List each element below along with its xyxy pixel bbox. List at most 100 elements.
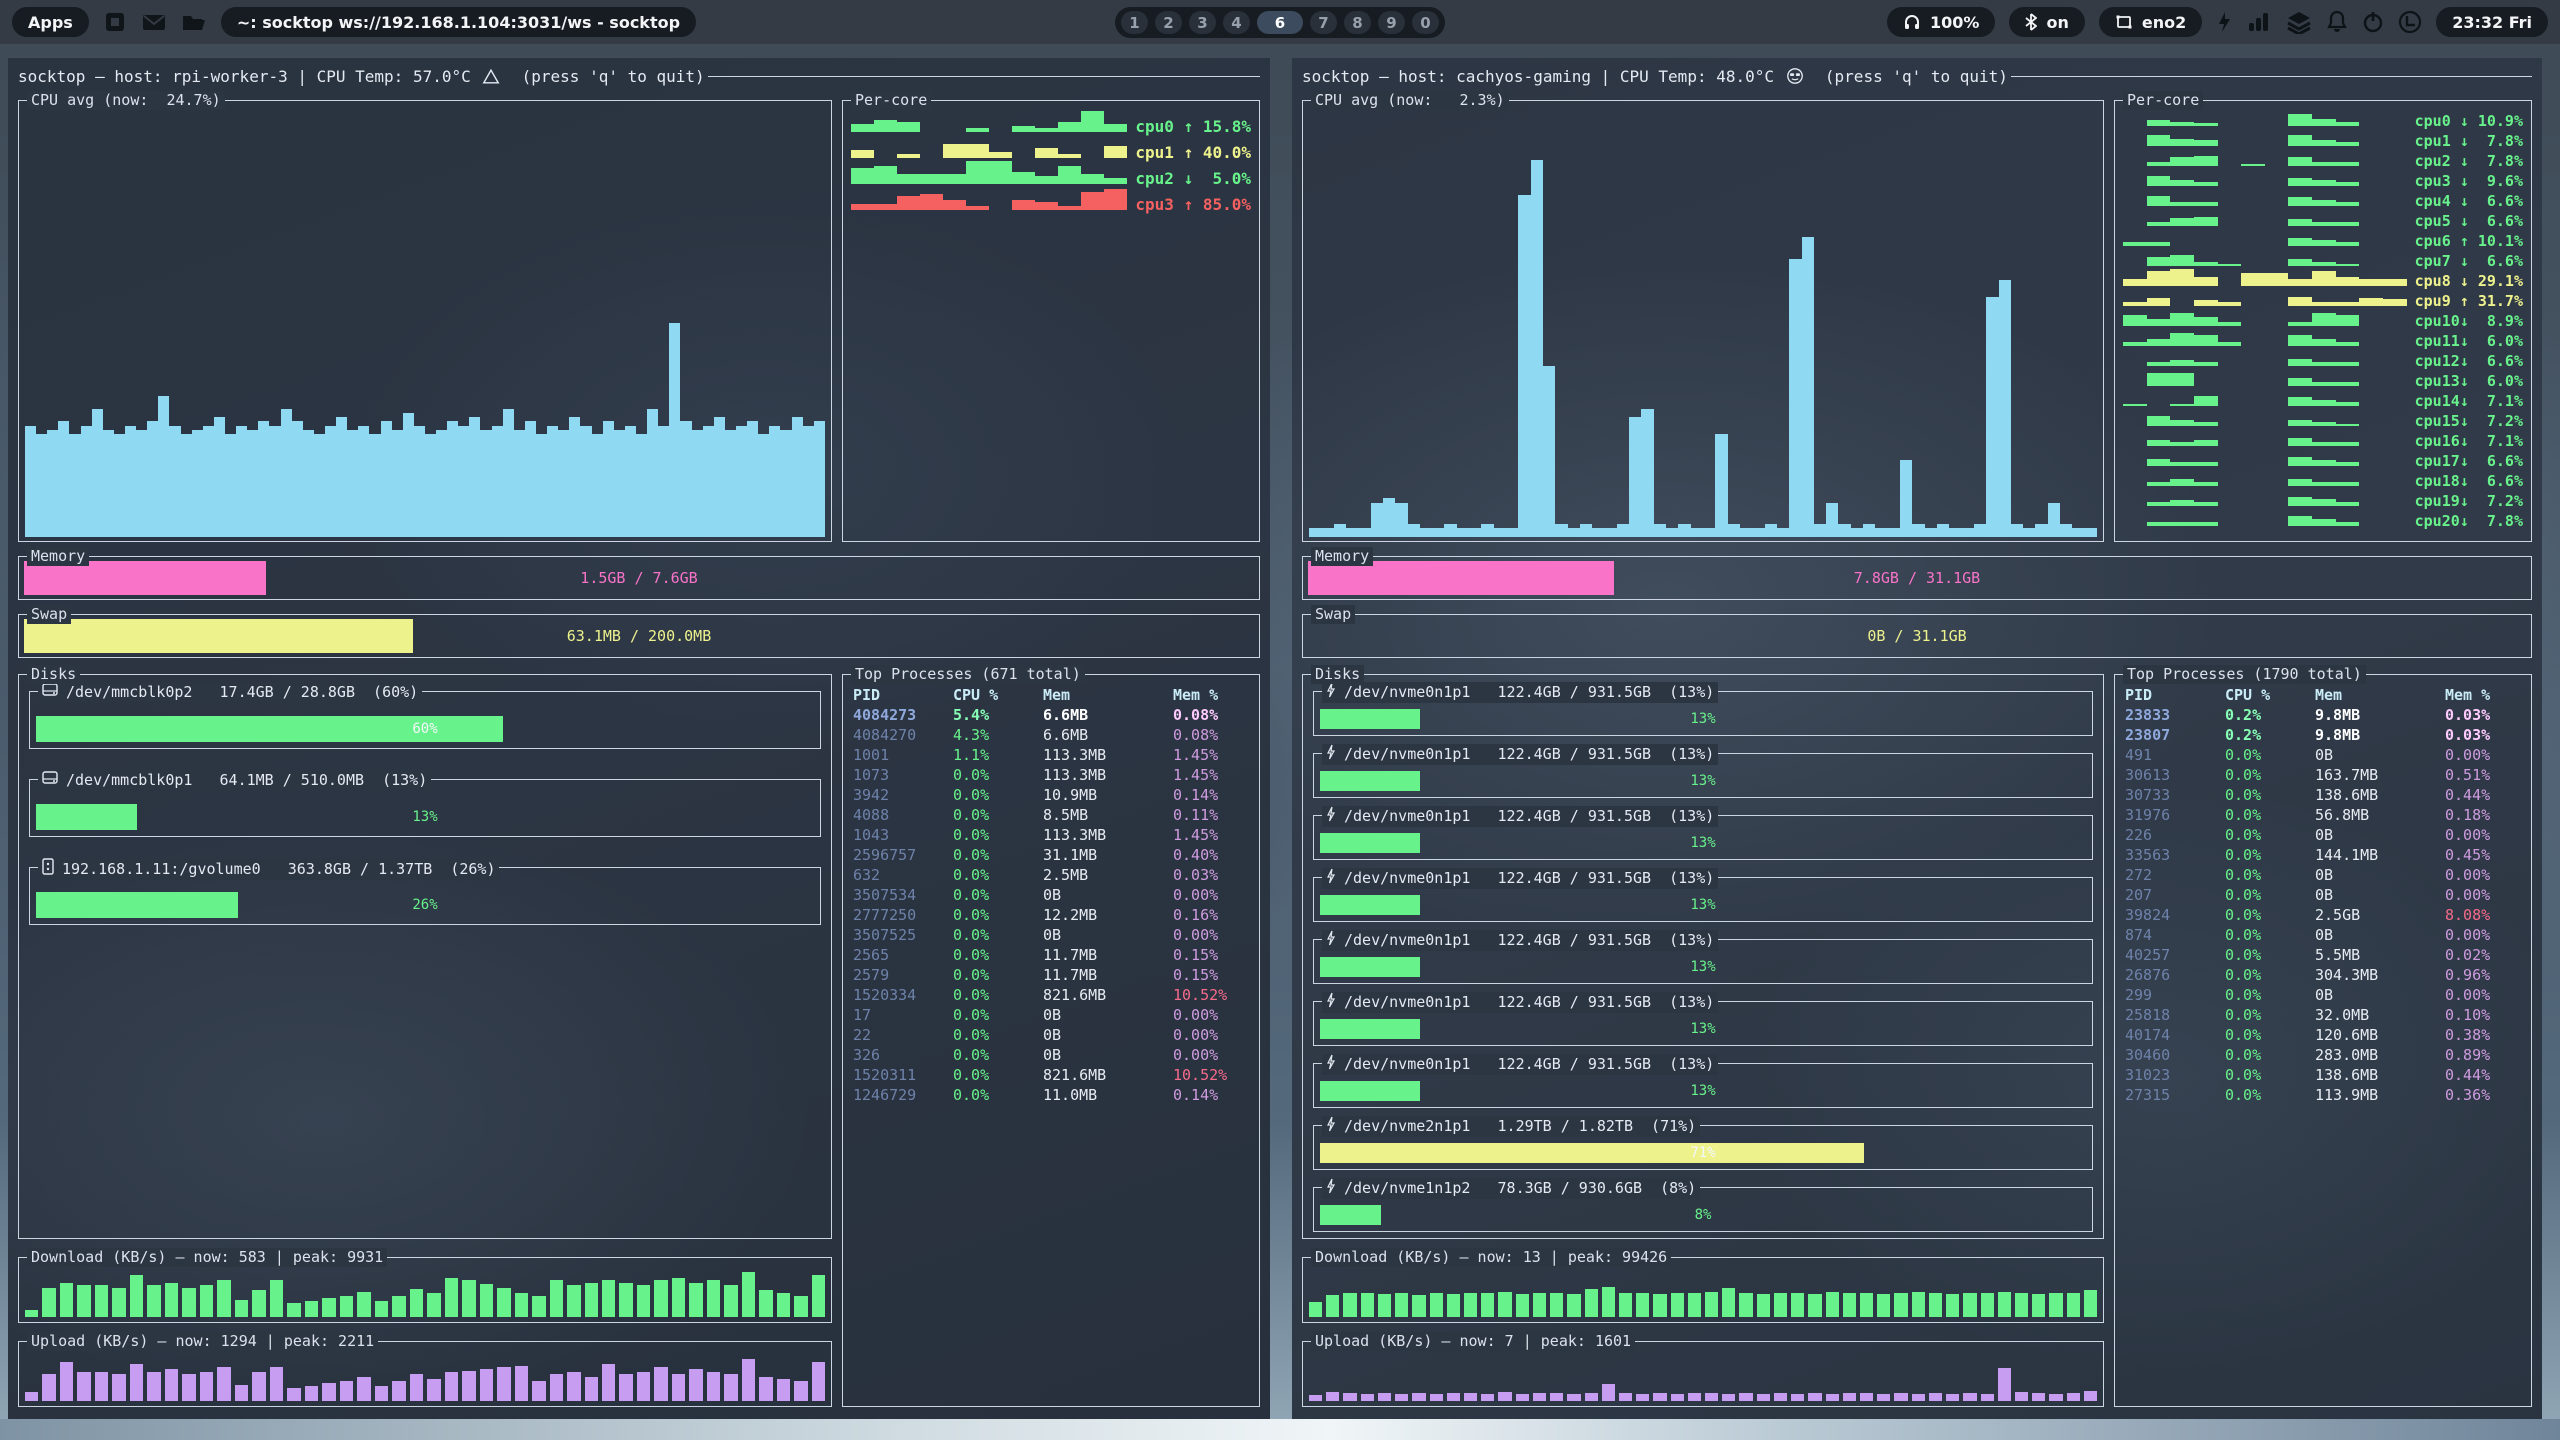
workspace-button-6[interactable]: 6 <box>1257 11 1303 34</box>
disk-entry-5: /dev/nvme0n1p1 122.4GB / 931.5GB (13%)13… <box>1313 1001 2093 1046</box>
hist-bar <box>1894 1393 1907 1401</box>
hist-bar <box>165 1283 178 1317</box>
disk-usage-pct: 13% <box>1320 711 2086 727</box>
spark-bar <box>2170 522 2194 526</box>
spark-bar <box>2194 217 2218 226</box>
hist-bar <box>585 1283 598 1317</box>
hist-bar <box>1739 1293 1752 1317</box>
spark-bar <box>851 168 874 184</box>
download-panel: Download (KB/s) — now: 583 | peak: 9931 <box>18 1257 832 1323</box>
hist-bar <box>136 430 147 537</box>
memory-panel: Memory 7.8GB / 31.1GB <box>1302 556 2532 600</box>
workspace-button-3[interactable]: 3 <box>1189 11 1216 34</box>
process-mem: 113.9MB <box>2315 1085 2445 1105</box>
hist-bar <box>672 1374 685 1401</box>
process-pid: 27315 <box>2125 1085 2225 1105</box>
process-pid: 30733 <box>2125 785 2225 805</box>
volume-indicator[interactable]: 100% <box>1887 7 1995 37</box>
hist-bar <box>1457 528 1469 537</box>
window-title[interactable]: ~: socktop ws://192.168.1.104:3031/ws - … <box>221 7 696 37</box>
power-icon[interactable] <box>2362 10 2384 34</box>
app-circle-icon[interactable] <box>2398 10 2422 34</box>
stats-icon[interactable] <box>2246 10 2272 34</box>
layers-icon[interactable] <box>2286 10 2312 34</box>
hist-bar <box>1900 460 1912 537</box>
spark-bar <box>2147 319 2171 326</box>
process-mem: 138.6MB <box>2315 785 2445 805</box>
workspace-button-0[interactable]: 0 <box>1412 11 1439 34</box>
hist-bar <box>392 430 403 537</box>
core-label-cpu17: cpu17↓ 6.6% <box>2415 454 2523 469</box>
process-mem: 11.7MB <box>1043 945 1173 965</box>
workspace-button-8[interactable]: 8 <box>1344 11 1371 34</box>
process-mem: 9.8MB <box>2315 725 2445 745</box>
terminal-right[interactable]: socktop — host: cachyos-gaming | CPU Tem… <box>1292 58 2542 1419</box>
mail-icon[interactable] <box>141 10 167 34</box>
hist-bar <box>1636 1394 1649 1401</box>
hist-bar <box>112 1374 125 1401</box>
process-mem-pct: 0.14% <box>1173 1085 1253 1105</box>
hist-bar <box>2084 1290 2097 1317</box>
hist-bar <box>336 417 347 537</box>
workspace-button-4[interactable]: 4 <box>1223 11 1250 34</box>
hist-bar <box>1860 1393 1873 1401</box>
cpu-avg-histogram <box>1309 109 2097 537</box>
process-mem-pct: 0.51% <box>2445 765 2525 785</box>
network-indicator[interactable]: eno2 <box>2099 7 2202 37</box>
hist-bar <box>77 1285 90 1317</box>
core-label-cpu19: cpu19↓ 7.2% <box>2415 494 2523 509</box>
spark-bar <box>2288 438 2312 446</box>
hist-bar <box>392 1296 405 1317</box>
workspace-button-2[interactable]: 2 <box>1155 11 1182 34</box>
terminal-title-suffix: (press 'q' to quit) <box>1806 67 2008 86</box>
window-icon[interactable] <box>103 10 127 34</box>
power-profile-icon[interactable] <box>2216 10 2232 34</box>
hist-bar <box>1481 1394 1494 1401</box>
spark-bar <box>989 161 1012 184</box>
hist-bar <box>480 1369 493 1401</box>
process-cpu: 0.0% <box>953 965 1043 985</box>
hist-bar <box>192 430 203 537</box>
terminal-title-suffix: (press 'q' to quit) <box>502 67 704 86</box>
disk-usage-pct: 60% <box>36 721 814 737</box>
spark-bar <box>1058 122 1081 132</box>
hist-bar <box>1946 1394 1959 1401</box>
disks-panel: Disks /dev/nvme0n1p1 122.4GB / 931.5GB (… <box>1302 674 2104 1239</box>
spark-bar <box>943 144 966 158</box>
process-pid: 632 <box>853 865 953 885</box>
process-mem: 2.5MB <box>1043 865 1173 885</box>
notifications-icon[interactable] <box>2326 10 2348 34</box>
hist-bar <box>181 434 192 537</box>
apps-button[interactable]: Apps <box>12 7 89 37</box>
process-mem: 31.1MB <box>1043 845 1173 865</box>
hist-bar <box>425 434 436 537</box>
hist-bar <box>1444 524 1456 537</box>
clock[interactable]: 23:32 Fri <box>2436 7 2548 37</box>
process-pid: 2565 <box>853 945 953 965</box>
disk-name-usage: /dev/nvme0n1p1 122.4GB / 931.5GB (13%) <box>1344 931 1714 950</box>
bluetooth-indicator[interactable]: on <box>2009 7 2084 37</box>
hist-bar <box>1585 1393 1598 1401</box>
workspace-button-7[interactable]: 7 <box>1310 11 1337 34</box>
spark-bar <box>2288 114 2312 126</box>
process-mem: 32.0MB <box>2315 1005 2445 1025</box>
workspace-button-1[interactable]: 1 <box>1121 11 1148 34</box>
terminal-left-content: socktop — host: rpi-worker-3 | CPU Temp:… <box>8 58 1270 1419</box>
hist-bar <box>794 1381 807 1401</box>
workspace-button-9[interactable]: 9 <box>1378 11 1405 34</box>
hist-bar <box>1949 528 1961 537</box>
spark-bar <box>2170 333 2194 346</box>
terminal-left[interactable]: socktop — host: rpi-worker-3 | CPU Temp:… <box>8 58 1270 1419</box>
hist-bar <box>724 1285 737 1317</box>
memory-panel: Memory 1.5GB / 7.6GB <box>18 556 1260 600</box>
spark-bar <box>2288 378 2312 386</box>
process-pid: 226 <box>2125 825 2225 845</box>
spark-bar <box>2312 499 2336 506</box>
hist-bar <box>410 1289 423 1317</box>
folder-icon[interactable] <box>181 10 207 34</box>
core-label-cpu15: cpu15↓ 7.2% <box>2415 414 2523 429</box>
disk-usage-bar: 13% <box>1320 833 2086 853</box>
hist-bar <box>25 1392 38 1401</box>
title-rule <box>708 76 1260 77</box>
hist-bar <box>602 1364 615 1401</box>
